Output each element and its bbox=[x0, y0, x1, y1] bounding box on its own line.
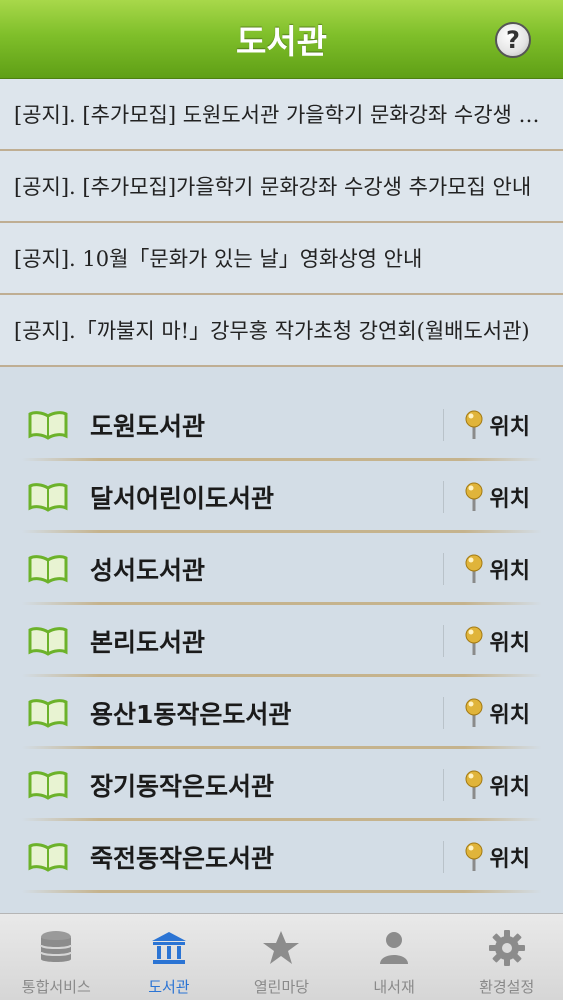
notice-item[interactable]: [공지]. [추가모집]가을학기 문화강좌 수강생 추가모집 안내 bbox=[0, 151, 563, 223]
pin-icon bbox=[465, 770, 483, 799]
library-name: 용산1동작은도서관 bbox=[90, 700, 292, 729]
location-label: 위치 bbox=[489, 415, 530, 440]
divider bbox=[442, 553, 444, 585]
tab-label: 도서관 bbox=[148, 978, 190, 996]
star-icon bbox=[263, 931, 300, 964]
location-button[interactable]: 위치 bbox=[464, 769, 530, 801]
location-label: 위치 bbox=[489, 775, 530, 800]
location-label: 위치 bbox=[489, 487, 530, 512]
library-item[interactable]: 달서어린이도서관 위치 bbox=[22, 461, 542, 533]
library-item[interactable]: 죽전동작은도서관 위치 bbox=[22, 821, 542, 893]
library-name: 장기동작은도서관 bbox=[90, 772, 275, 801]
library-item[interactable]: 장기동작은도서관 위치 bbox=[22, 749, 542, 821]
tab-library[interactable]: 도서관 bbox=[113, 914, 226, 1000]
divider bbox=[442, 481, 444, 513]
notice-text: [공지]. 10월「문화가 있는 날」영화상영 안내 bbox=[14, 247, 423, 271]
location-button[interactable]: 위치 bbox=[464, 697, 530, 729]
divider bbox=[442, 409, 444, 441]
database-icon bbox=[40, 931, 73, 962]
notice-list: [공지]. [추가모집] 도원도서관 가을학기 문화강좌 수강생 추가모집 [공… bbox=[0, 79, 563, 367]
open-book-icon bbox=[28, 627, 68, 656]
person-icon bbox=[380, 932, 409, 964]
open-book-icon bbox=[28, 555, 68, 584]
tab-my-library[interactable]: 내서재 bbox=[338, 914, 451, 1000]
open-book-icon bbox=[28, 843, 68, 872]
notice-item[interactable]: [공지].「까불지 마!」강무홍 작가초청 강연회(월배도서관) bbox=[0, 295, 563, 367]
tab-open-forum[interactable]: 열린마당 bbox=[225, 914, 338, 1000]
tab-settings[interactable]: 환경설정 bbox=[450, 914, 563, 1000]
divider bbox=[442, 769, 444, 801]
library-item[interactable]: 본리도서관 위치 bbox=[22, 605, 542, 677]
library-name: 죽전동작은도서관 bbox=[90, 844, 275, 873]
notice-text: [공지].「까불지 마!」강무홍 작가초청 강연회(월배도서관) bbox=[14, 319, 530, 343]
page-title: 도서관 bbox=[235, 22, 328, 61]
library-item[interactable]: 성서도서관 위치 bbox=[22, 533, 542, 605]
library-name: 성서도서관 bbox=[90, 556, 206, 585]
pin-icon bbox=[465, 626, 483, 655]
gear-icon bbox=[488, 930, 525, 966]
notice-item[interactable]: [공지]. 10월「문화가 있는 날」영화상영 안내 bbox=[0, 223, 563, 295]
library-name: 본리도서관 bbox=[90, 628, 206, 657]
open-book-icon bbox=[28, 699, 68, 728]
library-name: 도원도서관 bbox=[90, 412, 206, 441]
tab-label: 내서재 bbox=[373, 978, 415, 996]
location-label: 위치 bbox=[489, 847, 530, 872]
library-item[interactable]: 도원도서관 위치 bbox=[22, 389, 542, 461]
tab-label: 열린마당 bbox=[253, 978, 310, 996]
divider bbox=[442, 625, 444, 657]
notice-item[interactable]: [공지]. [추가모집] 도원도서관 가을학기 문화강좌 수강생 추가모집 bbox=[0, 79, 563, 151]
location-button[interactable]: 위치 bbox=[464, 625, 530, 657]
pin-icon bbox=[465, 842, 483, 871]
pin-icon bbox=[465, 482, 483, 511]
tab-label: 통합서비스 bbox=[21, 978, 91, 996]
divider bbox=[442, 841, 444, 873]
open-book-icon bbox=[28, 771, 68, 800]
location-button[interactable]: 위치 bbox=[464, 841, 530, 873]
notice-text: [공지]. [추가모집] 도원도서관 가을학기 문화강좌 수강생 추가모집 bbox=[14, 103, 549, 127]
open-book-icon bbox=[28, 411, 68, 440]
open-book-icon bbox=[28, 483, 68, 512]
tab-integrated-service[interactable]: 통합서비스 bbox=[0, 914, 113, 1000]
library-item[interactable]: 용산1동작은도서관 위치 bbox=[22, 677, 542, 749]
tab-label: 환경설정 bbox=[479, 978, 535, 996]
app-header: 도서관 ? bbox=[0, 0, 563, 79]
help-icon: ? bbox=[506, 26, 520, 54]
library-list: 도원도서관 위치 달서어린이도서관 위치 성서도서관 위치 본리도서관 위치 용… bbox=[0, 367, 563, 913]
library-building-icon bbox=[151, 932, 186, 964]
library-item-partial[interactable] bbox=[22, 893, 542, 913]
location-label: 위치 bbox=[489, 631, 530, 656]
pin-icon bbox=[465, 554, 483, 583]
location-button[interactable]: 위치 bbox=[464, 481, 530, 513]
pin-icon bbox=[465, 410, 483, 439]
pin-icon bbox=[465, 698, 483, 727]
tab-bar: 통합서비스 도서관 열린마당 내서재 환경설정 bbox=[0, 913, 563, 1000]
help-button[interactable]: ? bbox=[495, 22, 531, 58]
notice-text: [공지]. [추가모집]가을학기 문화강좌 수강생 추가모집 안내 bbox=[14, 175, 532, 199]
location-button[interactable]: 위치 bbox=[464, 553, 530, 585]
location-label: 위치 bbox=[489, 703, 530, 728]
location-label: 위치 bbox=[489, 559, 530, 584]
divider bbox=[442, 697, 444, 729]
location-button[interactable]: 위치 bbox=[464, 409, 530, 441]
library-name: 달서어린이도서관 bbox=[90, 484, 275, 513]
